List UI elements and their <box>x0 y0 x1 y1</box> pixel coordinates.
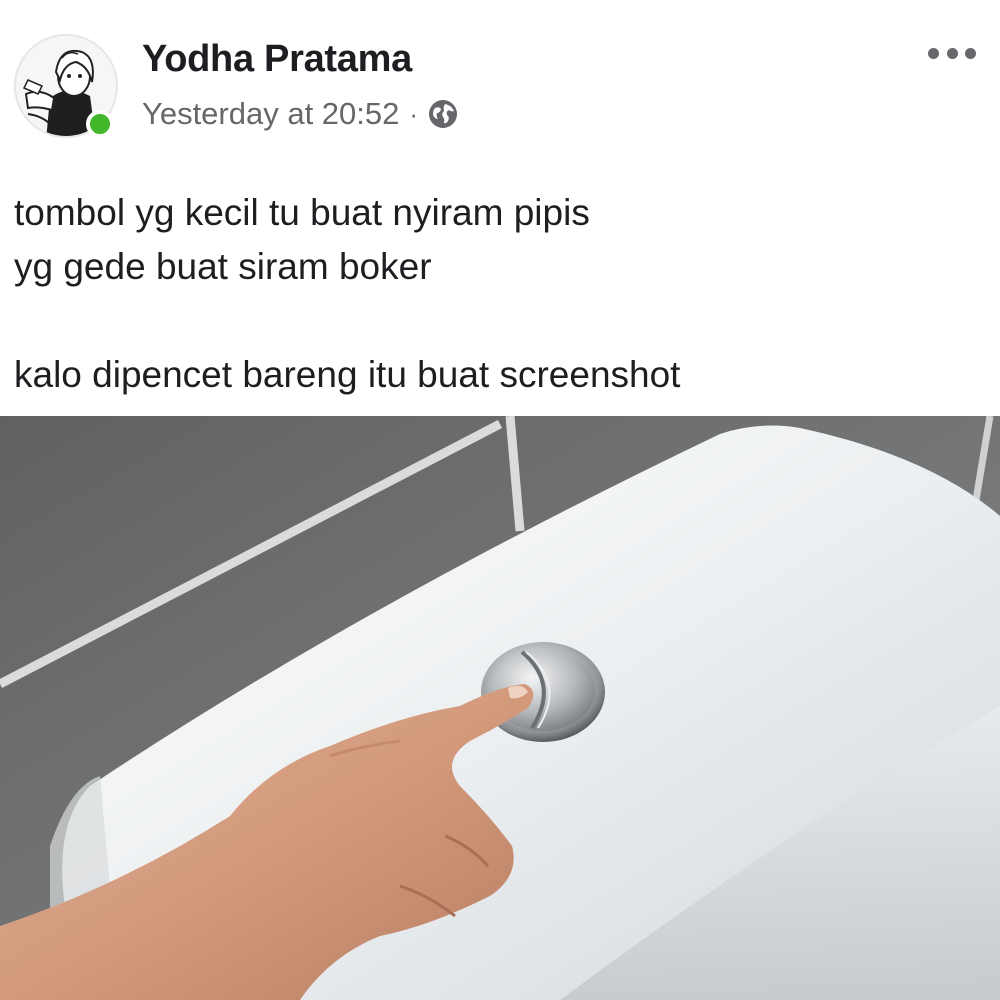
post-header: Yodha Pratama Yesterday at 20:52 · <box>0 0 1000 160</box>
post-text-line: kalo dipencet bareng itu buat screenshot <box>14 354 681 395</box>
author-name[interactable]: Yodha Pratama <box>142 38 412 81</box>
toilet-flush-photo <box>0 416 1000 1000</box>
post-timestamp[interactable]: Yesterday at 20:52 <box>142 96 399 132</box>
globe-icon[interactable] <box>428 99 458 129</box>
online-status-dot <box>86 110 114 138</box>
facebook-post: Yodha Pratama Yesterday at 20:52 · tombo… <box>0 0 1000 1000</box>
post-text: tombol yg kecil tu buat nyiram pipis yg … <box>14 186 984 402</box>
post-meta: Yesterday at 20:52 · <box>142 94 458 134</box>
post-text-line: tombol yg kecil tu buat nyiram pipis <box>14 192 590 233</box>
post-photo[interactable] <box>0 416 1000 1000</box>
more-options-icon[interactable] <box>928 38 976 68</box>
post-text-line: yg gede buat siram boker <box>14 246 432 287</box>
meta-separator: · <box>409 98 419 129</box>
post-text-blank-line <box>14 294 984 348</box>
